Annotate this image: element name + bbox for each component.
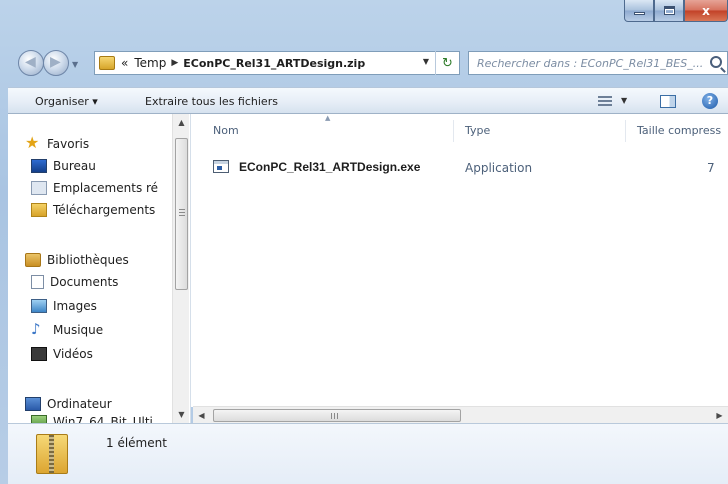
refresh-icon: ↻ bbox=[442, 55, 453, 71]
images-icon bbox=[31, 299, 47, 313]
breadcrumb-current[interactable]: EConPC_Rel31_ARTDesign.zip bbox=[183, 57, 365, 70]
back-arrow-icon: ◀ bbox=[25, 54, 36, 70]
details-pane: 1 élément bbox=[8, 423, 728, 484]
nav-label: Bureau bbox=[53, 159, 96, 173]
nav-label: Documents bbox=[50, 275, 119, 289]
help-icon[interactable]: ? bbox=[702, 93, 718, 109]
zip-folder-icon bbox=[36, 434, 68, 474]
command-bar: Organiser ▾ Extraire tous les fichiers ▼… bbox=[8, 87, 728, 114]
libraries-icon bbox=[25, 253, 41, 267]
search-input[interactable]: Rechercher dans : EConPC_Rel31_BES_... bbox=[468, 51, 728, 75]
nav-label: Images bbox=[53, 299, 97, 313]
recent-pages-dropdown[interactable]: ▼ bbox=[72, 60, 78, 69]
column-header-name[interactable]: Nom bbox=[213, 124, 239, 137]
scroll-thumb[interactable] bbox=[175, 138, 188, 290]
organize-button[interactable]: Organiser ▾ bbox=[35, 95, 98, 108]
maximize-button[interactable] bbox=[654, 0, 684, 22]
nav-label: Musique bbox=[53, 323, 104, 337]
forward-arrow-icon: ▶ bbox=[50, 54, 61, 70]
nav-drive[interactable]: Win7_64_Bit_Ulti... bbox=[31, 412, 164, 423]
search-placeholder: Rechercher dans : EConPC_Rel31_BES_... bbox=[477, 56, 703, 70]
nav-favorites[interactable]: ★ Favoris bbox=[25, 134, 89, 154]
nav-label: Vidéos bbox=[53, 347, 93, 361]
scroll-down-arrow-icon[interactable]: ▼ bbox=[173, 406, 190, 423]
address-dropdown[interactable]: ▼ bbox=[423, 57, 429, 66]
close-button[interactable]: x bbox=[684, 0, 728, 22]
extract-all-button[interactable]: Extraire tous les fichiers bbox=[145, 95, 278, 108]
address-bar[interactable]: « Temp ▶ EConPC_Rel31_ARTDesign.zip ▼ ↻ bbox=[94, 51, 460, 75]
drive-icon bbox=[31, 415, 47, 423]
scroll-right-arrow-icon[interactable]: ▶ bbox=[711, 407, 728, 424]
maximize-icon bbox=[663, 6, 675, 15]
item-count: 1 élément bbox=[106, 436, 167, 450]
close-icon: x bbox=[702, 3, 710, 18]
navigation-pane: ★ Favoris Bureau Emplacements ré Télécha… bbox=[8, 114, 191, 423]
breadcrumb-separator[interactable]: ▶ bbox=[171, 58, 178, 68]
file-row[interactable]: EConPC_Rel31_ARTDesign.exe Application 7 bbox=[213, 158, 728, 178]
nav-label: Bibliothèques bbox=[47, 253, 129, 267]
nav-label: Win7_64_Bit_Ulti... bbox=[53, 415, 165, 423]
column-header-type[interactable]: Type bbox=[465, 124, 490, 137]
star-icon: ★ bbox=[25, 133, 40, 152]
caption-buttons: x bbox=[624, 0, 728, 22]
file-list: ▲ Nom Type Taille compress EConPC_Rel31_… bbox=[191, 114, 728, 407]
refresh-button[interactable]: ↻ bbox=[435, 51, 459, 75]
nav-music[interactable]: ♪ Musique bbox=[31, 320, 103, 340]
nav-computer[interactable]: Ordinateur bbox=[25, 394, 112, 414]
downloads-folder-icon bbox=[31, 203, 47, 217]
minimize-icon bbox=[633, 12, 645, 15]
nav-desktop[interactable]: Bureau bbox=[31, 156, 96, 176]
documents-icon bbox=[31, 275, 44, 289]
nav-label: Favoris bbox=[47, 137, 90, 151]
computer-icon bbox=[25, 397, 41, 411]
music-icon: ♪ bbox=[31, 320, 41, 338]
horizontal-scrollbar[interactable]: ◀ ▶ bbox=[193, 406, 728, 423]
nav-libraries[interactable]: Bibliothèques bbox=[25, 250, 129, 270]
desktop-icon bbox=[31, 159, 47, 173]
views-icon[interactable] bbox=[598, 96, 612, 106]
minimize-button[interactable] bbox=[624, 0, 654, 22]
nav-images[interactable]: Images bbox=[31, 296, 97, 316]
scroll-thumb[interactable] bbox=[213, 409, 461, 422]
column-header-size[interactable]: Taille compress bbox=[637, 124, 721, 137]
nav-label: Emplacements ré bbox=[53, 181, 159, 195]
zip-folder-icon bbox=[99, 56, 115, 70]
videos-icon bbox=[31, 347, 47, 361]
explorer-window: x ◀ ▶ ▼ « Temp ▶ EConPC_Rel31_ARTDesign.… bbox=[0, 0, 728, 484]
address-overflow[interactable]: « bbox=[121, 56, 128, 70]
scroll-up-arrow-icon[interactable]: ▲ bbox=[173, 114, 190, 131]
nav-videos[interactable]: Vidéos bbox=[31, 344, 93, 364]
address-row: ◀ ▶ ▼ « Temp ▶ EConPC_Rel31_ARTDesign.zi… bbox=[0, 46, 728, 82]
scroll-left-arrow-icon[interactable]: ◀ bbox=[193, 407, 210, 424]
nav-vertical-scrollbar[interactable]: ▲ ▼ bbox=[172, 114, 189, 423]
sort-ascending-icon: ▲ bbox=[325, 114, 331, 122]
application-icon bbox=[213, 160, 229, 173]
file-type: Application bbox=[465, 161, 533, 175]
forward-button[interactable]: ▶ bbox=[43, 50, 69, 76]
grip-icon bbox=[331, 413, 338, 419]
file-name: EConPC_Rel31_ARTDesign.exe bbox=[239, 160, 421, 174]
nav-label: Téléchargements bbox=[53, 203, 156, 217]
search-icon[interactable] bbox=[710, 56, 722, 68]
grip-icon bbox=[179, 209, 185, 216]
nav-documents[interactable]: Documents bbox=[31, 272, 118, 292]
nav-label: Ordinateur bbox=[47, 397, 112, 411]
column-divider[interactable] bbox=[453, 120, 454, 142]
recent-places-icon bbox=[31, 181, 47, 195]
preview-pane-icon[interactable] bbox=[660, 95, 676, 108]
breadcrumb-temp[interactable]: Temp bbox=[134, 56, 166, 70]
nav-recent-places[interactable]: Emplacements ré bbox=[31, 178, 158, 198]
file-size: 7 bbox=[707, 161, 715, 175]
back-button[interactable]: ◀ bbox=[18, 50, 44, 76]
views-dropdown[interactable]: ▼ bbox=[621, 96, 627, 105]
column-divider[interactable] bbox=[625, 120, 626, 142]
nav-downloads[interactable]: Téléchargements bbox=[31, 200, 155, 220]
